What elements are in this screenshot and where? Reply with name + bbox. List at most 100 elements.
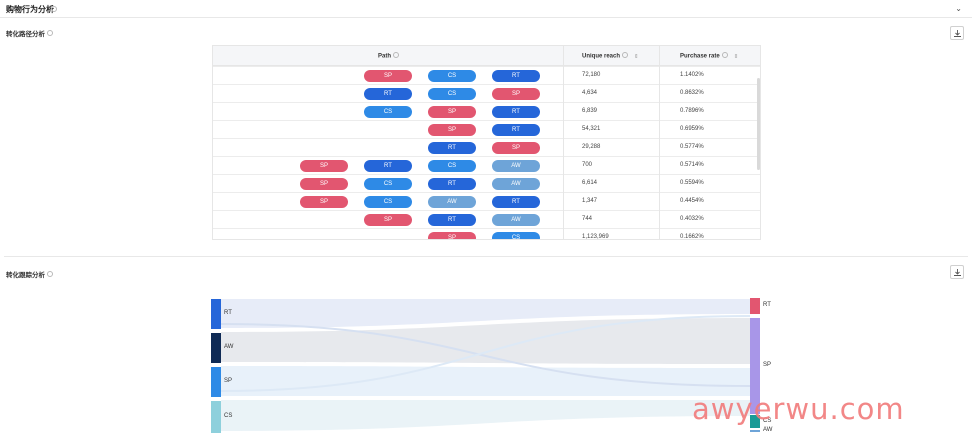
path-step-pill: CS	[492, 232, 540, 239]
sankey-node-label: RT	[224, 310, 232, 316]
path-step-pill: RT	[428, 214, 476, 226]
column-label: Unique reach	[582, 53, 621, 60]
path-step-pill: SP	[492, 142, 540, 154]
path-step-pill: SP	[428, 124, 476, 136]
path-step-pill: CS	[428, 70, 476, 82]
path-step-pill: CS	[364, 106, 412, 118]
rate-cell: 0.5714%	[680, 162, 704, 168]
page-title: 购物行为分析	[6, 5, 54, 14]
reach-cell: 1,347	[582, 198, 598, 204]
path-step-pill: CS	[364, 196, 412, 208]
reach-cell: 744	[582, 216, 593, 222]
download-button[interactable]	[950, 265, 964, 279]
tracking-section-label: 转化跟踪分析	[6, 272, 45, 279]
rate-cell: 0.7896%	[680, 108, 704, 114]
sankey-source-node[interactable]	[211, 299, 221, 329]
column-divider	[659, 46, 660, 239]
column-header-rate[interactable]: Purchase rate ⇕	[680, 52, 739, 60]
section-divider	[4, 256, 968, 257]
table-header: Path Unique reach ⇕ Purchase rate ⇕	[213, 46, 760, 66]
info-icon[interactable]	[51, 6, 57, 12]
sort-icon[interactable]: ⇕	[634, 54, 639, 60]
info-icon[interactable]	[47, 30, 53, 37]
path-step-pill: SP	[300, 178, 348, 190]
reach-cell: 700	[582, 162, 593, 168]
sankey-node-label: SP	[224, 378, 233, 384]
download-icon	[954, 30, 961, 37]
path-section-label: 转化路径分析	[6, 31, 45, 38]
chevron-down-icon[interactable]: ⌄	[955, 4, 962, 13]
sankey-target-node[interactable]	[750, 430, 760, 432]
sankey-chart: RT AW SP CS RT SP CS AW	[210, 296, 773, 437]
column-label: Purchase rate	[680, 53, 720, 60]
path-step-pill: RT	[492, 196, 540, 208]
sankey-source-node[interactable]	[211, 333, 221, 363]
path-step-pill: RT	[428, 178, 476, 190]
sankey-source-node[interactable]	[211, 367, 221, 397]
info-icon[interactable]	[721, 52, 728, 58]
sankey-node-label: CS	[224, 413, 233, 419]
path-step-pill: AW	[492, 214, 540, 226]
rate-cell: 0.4032%	[680, 216, 704, 222]
column-label: Path	[378, 53, 392, 60]
reach-cell: 29,288	[582, 144, 601, 150]
path-step-pill: SP	[364, 70, 412, 82]
table-row[interactable]: CS SP RT 6,839 0.7896%	[213, 103, 760, 121]
sankey-source-node[interactable]	[211, 401, 221, 433]
table-row[interactable]: SP RT CS AW 700 0.5714%	[213, 157, 760, 175]
path-step-pill: AW	[492, 178, 540, 190]
reach-cell: 54,321	[582, 126, 601, 132]
info-icon[interactable]	[47, 271, 53, 278]
table-row[interactable]: SP CS 1,123,969 0.1662%	[213, 229, 760, 240]
info-icon[interactable]	[393, 52, 400, 58]
path-step-pill: CS	[428, 160, 476, 172]
sankey-node-label: RT	[763, 302, 771, 308]
watermark: awyerwu.com	[692, 392, 905, 426]
download-button[interactable]	[950, 26, 964, 40]
path-step-pill: SP	[428, 106, 476, 118]
tracking-section-title: 转化跟踪分析	[6, 269, 53, 279]
path-section-title: 转化路径分析	[6, 28, 53, 38]
table-row[interactable]: SP RT 54,321 0.6959%	[213, 121, 760, 139]
reach-cell: 4,634	[582, 90, 598, 96]
reach-cell: 72,180	[582, 72, 601, 78]
path-step-pill: SP	[364, 214, 412, 226]
reach-cell: 6,614	[582, 180, 598, 186]
column-divider	[563, 46, 564, 239]
sankey-svg	[220, 299, 751, 431]
rate-cell: 0.5774%	[680, 144, 704, 150]
path-step-pill: AW	[492, 160, 540, 172]
sankey-node-label: AW	[224, 344, 234, 350]
info-icon[interactable]	[622, 52, 629, 58]
path-step-pill: CS	[428, 88, 476, 100]
column-header-reach[interactable]: Unique reach ⇕	[582, 52, 639, 60]
download-icon	[954, 269, 961, 276]
path-step-pill: RT	[492, 70, 540, 82]
table-row[interactable]: SP CS AW RT 1,347 0.4454%	[213, 193, 760, 211]
reach-cell: 6,839	[582, 108, 598, 114]
sankey-node-label: AW	[763, 427, 773, 433]
sankey-link[interactable]	[221, 400, 750, 431]
path-step-pill: RT	[364, 88, 412, 100]
path-step-pill: SP	[428, 232, 476, 239]
rate-cell: 0.1662%	[680, 234, 704, 240]
path-step-pill: RT	[428, 142, 476, 154]
table-row[interactable]: RT SP 29,288 0.5774%	[213, 139, 760, 157]
table-row[interactable]: SP RT AW 744 0.4032%	[213, 211, 760, 229]
rate-cell: 0.4454%	[680, 198, 704, 204]
sort-icon[interactable]: ⇕	[734, 54, 739, 60]
sankey-target-node[interactable]	[750, 298, 760, 314]
table-row[interactable]: SP CS RT AW 6,614 0.5594%	[213, 175, 760, 193]
sankey-link[interactable]	[221, 366, 750, 396]
path-step-pill: SP	[300, 160, 348, 172]
table-scrollbar[interactable]	[757, 78, 760, 170]
path-step-pill: RT	[364, 160, 412, 172]
table-row[interactable]: RT CS SP 4,634 0.8632%	[213, 85, 760, 103]
path-step-pill: RT	[492, 124, 540, 136]
column-header-path[interactable]: Path	[378, 52, 400, 60]
rate-cell: 0.8632%	[680, 90, 704, 96]
section-header[interactable]: 购物行为分析 ⌄	[0, 0, 972, 18]
table-row[interactable]: SP CS RT 72,180 1.1402%	[213, 67, 760, 85]
rate-cell: 0.5594%	[680, 180, 704, 186]
rate-cell: 0.6959%	[680, 126, 704, 132]
